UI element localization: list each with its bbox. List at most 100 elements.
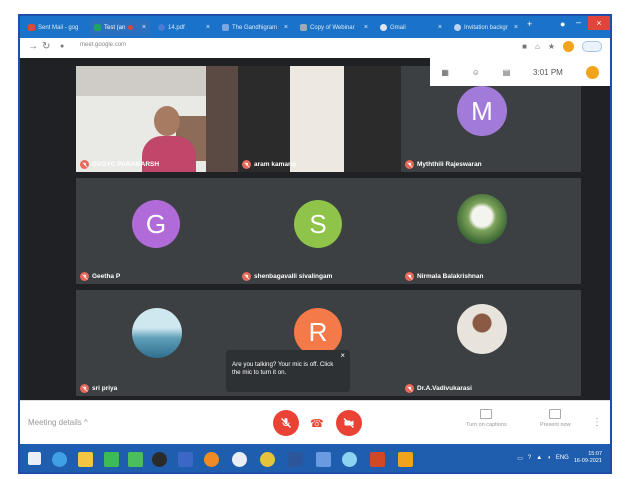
camera-off-icon <box>343 418 354 428</box>
meet-app-icon[interactable] <box>128 452 143 467</box>
participant-name: Myththili Rajeswaran <box>405 160 482 169</box>
extension-pill[interactable] <box>582 41 602 52</box>
participant-name: shenbagavalli sivalingam <box>242 272 332 281</box>
tab-sent-mail[interactable]: Sent Mail - gog <box>24 19 86 36</box>
photos-icon[interactable] <box>178 452 193 467</box>
people-icon[interactable]: ☺ <box>472 68 480 77</box>
mic-off-icon <box>242 272 251 281</box>
reload-icon[interactable]: ↻ <box>42 41 50 52</box>
close-icon[interactable]: × <box>340 352 345 360</box>
participant-tile[interactable]: aram kamaraj <box>238 66 401 172</box>
new-tab-button[interactable]: + <box>527 19 532 29</box>
tab-title: Invitation backgr <box>464 24 508 31</box>
minimize-icon[interactable]: – <box>576 17 581 27</box>
word-icon[interactable] <box>288 452 303 467</box>
participant-tile[interactable]: Dr.A.Vadivukarasi <box>401 290 581 396</box>
close-tab-icon[interactable]: × <box>206 24 210 31</box>
address-bar: → ↻ ● meet.google.com ■ ⌂ ★ <box>20 38 610 59</box>
camera-toggle-button[interactable] <box>336 410 362 436</box>
tab-title: Sent Mail - gog <box>38 24 79 31</box>
photo-avatar <box>457 304 507 354</box>
grid-layout-icon[interactable]: ▦ <box>441 68 449 77</box>
site-favicon-icon <box>222 24 229 31</box>
search-favicon-icon <box>454 24 461 31</box>
windows-start-icon[interactable] <box>28 452 41 465</box>
gmail-favicon-icon <box>380 24 387 31</box>
taskbar-clock[interactable]: 15:07 16-09-2021 <box>574 451 602 465</box>
meet-favicon-icon <box>94 24 101 31</box>
more-options-icon[interactable]: ⋮ <box>592 417 602 428</box>
flower-avatar <box>457 194 507 244</box>
camera-app-icon[interactable] <box>152 452 167 467</box>
browser-menu-icon[interactable]: ● <box>560 19 565 29</box>
video-app-icon[interactable] <box>316 452 331 467</box>
back-arrow-icon[interactable]: → <box>28 41 38 52</box>
tab-gandhigram[interactable]: The Gandhigram × <box>218 19 292 36</box>
firefox-icon[interactable] <box>204 452 219 467</box>
captions-button[interactable]: Turn on captions <box>466 409 507 428</box>
edge-icon[interactable] <box>342 452 357 467</box>
mic-off-icon <box>80 272 89 281</box>
pdf-favicon-icon <box>158 24 165 31</box>
recording-icon <box>128 25 134 30</box>
app-icon[interactable] <box>398 452 413 467</box>
close-tab-icon[interactable]: × <box>364 24 368 31</box>
meeting-details-button[interactable]: Meeting details ^ <box>28 418 88 427</box>
participant-tile[interactable]: Nirmala Balakrishnan <box>401 178 581 284</box>
participant-tile[interactable]: G Geetha P <box>76 178 238 284</box>
participant-name: aram kamaraj <box>242 160 296 169</box>
bookmark-star-icon[interactable]: ★ <box>548 42 555 51</box>
tab-gmail[interactable]: Gmail × <box>376 19 446 36</box>
close-tab-icon[interactable]: × <box>142 24 146 31</box>
language-indicator[interactable]: ENG <box>556 455 569 461</box>
screen-glare <box>290 66 344 172</box>
tab-webinar[interactable]: Copy of Webinar × <box>296 19 372 36</box>
present-now-button[interactable]: Present now <box>540 409 571 428</box>
url-field[interactable]: meet.google.com <box>80 42 126 48</box>
tab-test[interactable]: Test (an × <box>90 19 150 36</box>
tab-title: Gmail <box>390 24 406 31</box>
tab-title: 14.pdf <box>168 24 185 31</box>
end-call-icon[interactable]: ☎ <box>310 417 324 430</box>
window-close-button[interactable]: × <box>588 16 610 30</box>
meeting-controls: Meeting details ^ ☎ Turn on captions Pre… <box>20 400 610 445</box>
avatar: G <box>132 200 180 248</box>
captions-icon <box>480 409 493 419</box>
tab-invitation[interactable]: Invitation backgr × <box>450 19 522 36</box>
mic-off-icon <box>242 160 251 169</box>
user-avatar[interactable] <box>585 65 599 79</box>
whatsapp-icon[interactable] <box>104 452 119 467</box>
avatar: S <box>294 200 342 248</box>
mic-off-icon <box>80 160 89 169</box>
participant-tile[interactable]: S shenbagavalli sivalingam <box>238 178 401 284</box>
mic-off-icon <box>405 272 414 281</box>
close-tab-icon[interactable]: × <box>514 24 518 31</box>
profile-avatar[interactable] <box>563 41 574 52</box>
chat-icon[interactable]: ▤ <box>503 68 511 77</box>
tab-title: Copy of Webinar <box>310 24 355 31</box>
tab-title: The Gandhigram <box>232 24 278 31</box>
internet-explorer-icon[interactable] <box>52 452 67 467</box>
tab-pdf[interactable]: 14.pdf × <box>154 19 214 36</box>
meeting-stage: GVGYC PARAMARSH aram kamaraj M Myththili… <box>20 58 610 400</box>
participant-tile[interactable]: GVGYC PARAMARSH <box>76 66 238 172</box>
camera-permission-icon[interactable]: ■ <box>522 42 527 51</box>
gmail-favicon-icon <box>28 24 35 31</box>
powerpoint-icon[interactable] <box>370 452 385 467</box>
volume-icon[interactable]: ◖ <box>547 455 551 461</box>
file-explorer-icon[interactable] <box>78 452 93 467</box>
avatar: R <box>294 308 342 356</box>
mic-toggle-button[interactable] <box>273 410 299 436</box>
toolbar-icons: ■ ⌂ ★ <box>522 41 602 52</box>
hp-icon[interactable] <box>232 452 247 467</box>
keyboard-icon[interactable]: ▭ <box>517 455 523 462</box>
mic-off-icon <box>405 384 414 393</box>
close-tab-icon[interactable]: × <box>284 24 288 31</box>
participant-tile[interactable]: sri priya <box>76 290 238 396</box>
network-icon[interactable]: ▲ <box>536 455 542 461</box>
participant-name: Nirmala Balakrishnan <box>405 272 483 281</box>
chrome-icon[interactable] <box>260 452 275 467</box>
help-icon[interactable]: ? <box>528 455 531 461</box>
share-icon[interactable]: ⌂ <box>535 42 540 51</box>
close-tab-icon[interactable]: × <box>438 24 442 31</box>
